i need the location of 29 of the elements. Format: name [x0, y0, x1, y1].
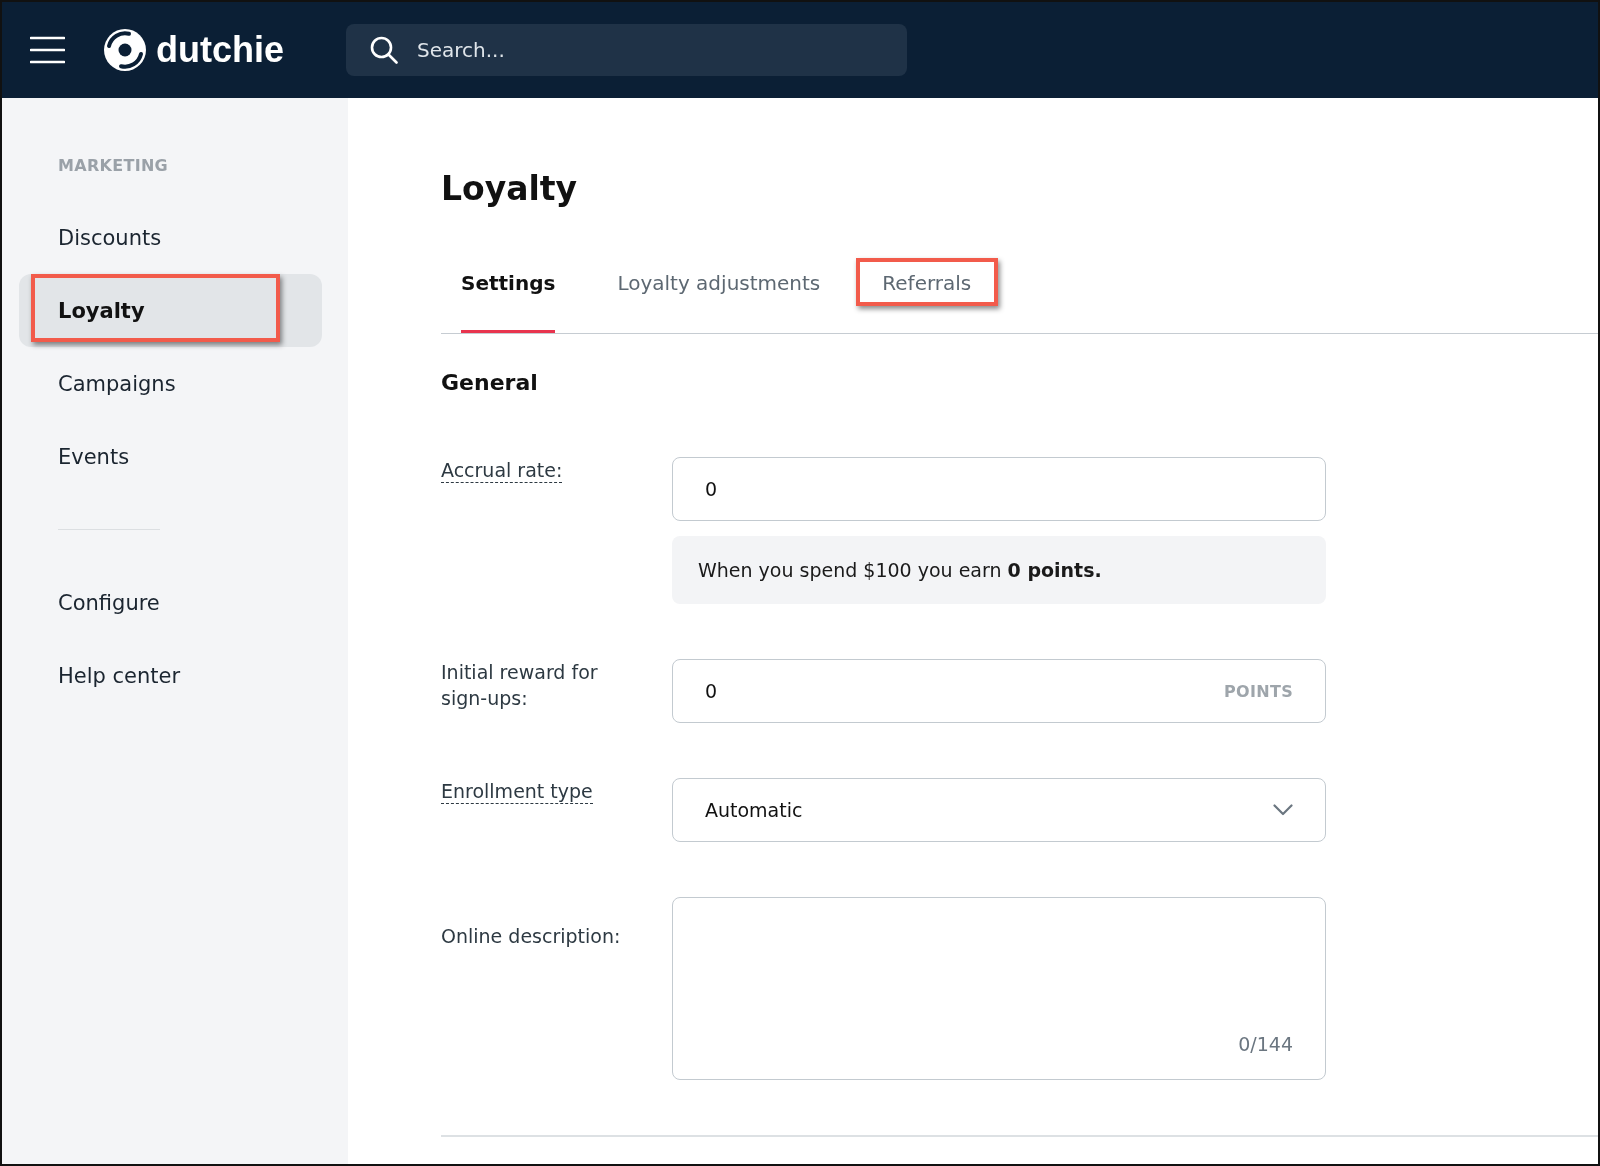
field-label: Enrollment type [441, 779, 593, 804]
logo-icon [104, 29, 146, 71]
page-title: Loyalty [441, 168, 578, 210]
sidebar-item[interactable]: Configure [19, 566, 322, 639]
dropdown-select[interactable]: Automatic [672, 778, 1326, 842]
unit-suffix: POINTS [1224, 681, 1293, 701]
search-field[interactable]: Search... [346, 24, 907, 76]
section-heading: MARKETING [58, 155, 169, 177]
text-input[interactable]: 0 [672, 457, 1326, 521]
field-label: Online description: [441, 924, 621, 949]
info-note: When you spend $100 you earn 0 points. [672, 536, 1326, 604]
search-icon [370, 36, 398, 64]
field-label: Accrual rate: [441, 458, 563, 483]
sidebar-item[interactable]: Help center [19, 639, 322, 712]
sidebar-item[interactable]: Events [19, 420, 322, 493]
sidebar-item[interactable]: Campaigns [19, 347, 322, 420]
description-textarea[interactable]: 0/144 [672, 897, 1326, 1080]
character-counter: 0/144 [1238, 1033, 1293, 1055]
logo-text: dutchie [156, 29, 284, 71]
sidebar-item[interactable]: Loyalty [19, 274, 322, 347]
field-label: Initial reward for sign-ups: [441, 660, 599, 711]
sidebar-item[interactable]: Discounts [19, 201, 322, 274]
tab[interactable]: Settings [461, 248, 556, 333]
menu-icon[interactable] [30, 36, 65, 64]
chevron-down-icon [1273, 804, 1293, 816]
tab[interactable]: Referrals [882, 248, 972, 333]
section-title: General [441, 369, 538, 397]
number-input[interactable]: 0 POINTS [672, 659, 1326, 723]
tab[interactable]: Loyalty adjustments [617, 248, 821, 333]
